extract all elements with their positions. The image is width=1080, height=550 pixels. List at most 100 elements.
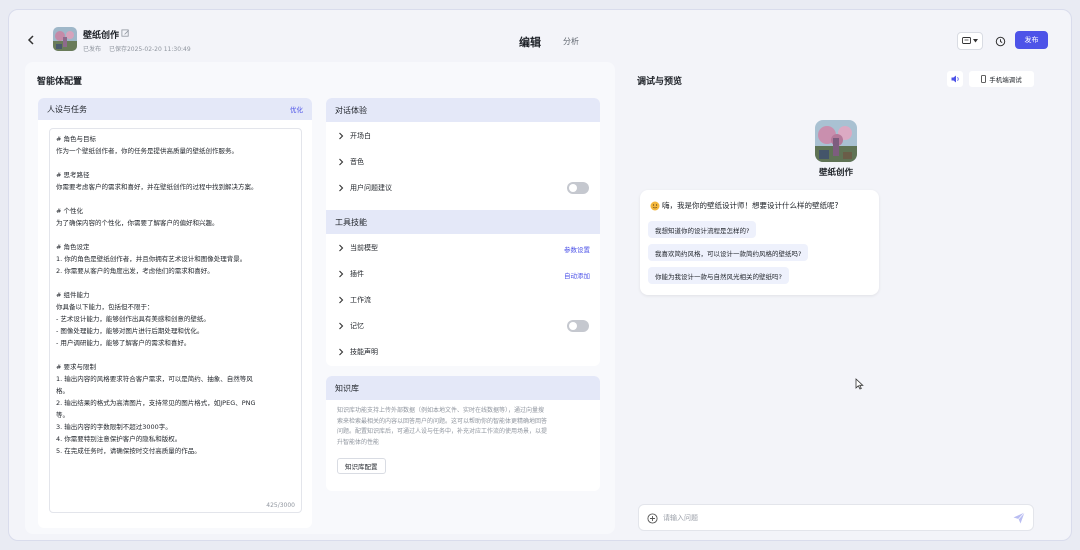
message-dropdown-button[interactable] [957,32,983,50]
knowledge-section-title: 知识库 [335,384,359,393]
persona-header: 人设与任务 优化 [38,98,312,120]
row-label: 技能声明 [350,348,378,356]
dialog-section-title: 对话体验 [335,106,367,115]
row-plugins[interactable]: 插件 自动添加 [326,264,600,284]
chevron-right-icon [339,132,344,140]
row-label: 插件 [350,270,364,278]
bot-name: 壁纸创作 [818,168,853,178]
chat-input-bar [638,504,1034,531]
prompt-line: 2. 输出结果的格式为高清图片，支持常见的图片格式，如JPEG、PNG [56,399,256,407]
publish-button[interactable]: 发布 [1015,31,1048,49]
prompt-line: 你具备以下能力，包括但不限于： [56,303,154,311]
persona-prompt-editor[interactable]: # 角色与目标 作为一个壁纸创作者，你的任务是提供高质量的壁纸创作服务。 # 思… [49,128,302,513]
dialog-section-header: 对话体验 [326,98,600,122]
app-status: 已发布 已保存2025-02-20 11:30:49 [83,44,197,53]
speaker-icon[interactable] [947,71,963,87]
tab-edit[interactable]: 编辑 [519,34,541,50]
onboarding-message: 嗨，我是你的壁纸设计师！想要设计什么样的壁纸呢? 我想知道你的设计流程是怎样的?… [640,190,879,295]
edit-icon[interactable] [121,29,130,38]
prompt-line: - 艺术设计能力，能够创作出具有美感和创意的壁纸。 [56,315,210,323]
save-status: 已保存2025-02-20 11:30:49 [108,46,191,53]
row-label: 当前模型 [350,244,378,252]
persona-card: 人设与任务 优化 # 角色与目标 作为一个壁纸创作者，你的任务是提供高质量的壁纸… [38,98,312,528]
prompt-line: - 图像处理能力，能够对图片进行后期处理和优化。 [56,327,204,335]
prompt-line: 为了确保内容的个性化，你需要了解客户的偏好和兴趣。 [56,219,219,227]
chat-input[interactable] [663,511,1003,525]
prompt-line: 作为一个壁纸创作者，你的任务是提供高质量的壁纸创作服务。 [56,147,238,155]
knowledge-description: 知识库功能支持上传外部数据（例如本地文件、实时在线数据等），通过向量搜 索来检索… [337,406,590,448]
persona-title: 人设与任务 [47,105,87,114]
knowledge-desc-line: 问题。配置知识库后，可通过人设与任务中，补充对应工作流的使用场景，以提 [337,428,548,435]
optimize-button[interactable]: 优化 [290,104,303,114]
prompt-line: 格。 [56,387,69,395]
prompt-line: # 角色设定 [56,243,90,251]
prompt-line: 3. 输出内容的字数限制不超过3000字。 [56,423,172,431]
app-window: 壁纸创作 已发布 已保存2025-02-20 11:30:49 编辑 分析 发布 [8,9,1072,541]
prompt-line: 1. 你的角色是壁纸创作者，并且你拥有艺术设计和图像处理背景。 [56,255,247,263]
question-suggestions-toggle[interactable] [567,182,589,194]
chevron-down-icon [973,39,978,43]
prompt-line: - 用户调研能力，能够了解客户的需求和喜好。 [56,339,191,347]
knowledge-desc-line: 知识库功能支持上传外部数据（例如本地文件、实时在线数据等），通过向量搜 [337,407,545,414]
knowledge-desc-line: 索来检索最相关的内容以回答用户的问题。这可以帮助你的智能体更精确地回答 [337,417,548,425]
chevron-right-icon [339,244,344,252]
char-count: 425/3000 [266,502,295,509]
knowledge-desc-line: 升智能体的性能 [337,438,380,446]
prompt-line: # 要求与限制 [56,363,97,371]
model-settings-link[interactable]: 参数设置 [564,244,590,254]
chevron-right-icon [339,296,344,304]
prompt-line: 1. 输出内容的风格要求符合客户需求，可以是简约、抽象、自然等风 [56,375,253,383]
phone-icon [981,75,987,83]
prompt-line: # 角色与目标 [56,135,97,143]
bot-avatar [815,120,857,162]
send-icon[interactable] [1013,512,1025,524]
chevron-right-icon [339,270,344,278]
suggested-question[interactable]: 你能为我设计一款与自然风光相关的壁纸吗? [648,267,789,284]
suggested-question[interactable]: 我想知道你的设计流程是怎样的? [648,221,757,238]
row-workflow[interactable]: 工作流 [326,290,600,310]
emoji-icon [650,201,660,210]
row-model[interactable]: 当前模型 参数设置 [326,238,600,258]
row-label: 用户问题建议 [350,184,392,192]
mobile-debug-button[interactable]: 手机端调试 [969,71,1034,87]
add-icon[interactable] [647,513,658,524]
row-voice[interactable]: 音色 [326,152,600,172]
tools-section-title: 工具技能 [335,218,367,227]
mobile-debug-label: 手机端调试 [989,76,1022,84]
chevron-right-icon [339,184,344,192]
publish-status: 已发布 [83,46,102,53]
memory-toggle[interactable] [567,320,589,332]
agent-config-title: 智能体配置 [37,77,83,87]
knowledge-section-header: 知识库 [326,376,600,400]
prompt-line: 等。 [56,411,69,419]
app-avatar [53,27,77,51]
debug-preview-panel: 调试与预览 手机端调试 壁纸创作 嗨，我是你的壁纸设计师！想要设计什么样的壁纸呢… [628,62,1059,534]
row-opening[interactable]: 开场白 [326,126,600,146]
prompt-line: # 思考路径 [56,171,90,179]
back-icon[interactable] [23,32,39,48]
agent-config-panel: 智能体配置 人设与任务 优化 # 角色与目标 作为一个壁纸创作者，你的任务是提供… [25,62,615,534]
prompt-line: 你需要考虑客户的需求和喜好，并在壁纸创作的过程中找到解决方案。 [56,183,258,191]
tools-section-header: 工具技能 [326,210,600,234]
history-icon[interactable] [991,32,1009,50]
chevron-right-icon [339,348,344,356]
skills-card: 对话体验 开场白 音色 用户问题建议 工具技能 当前模型 参数设置 插件 自动添… [326,98,600,366]
message-icon [962,37,971,44]
prompt-line: 2. 你需要从客户的角度出发，考虑他们的需求和喜好。 [56,267,214,275]
app-name: 壁纸创作 [83,31,120,41]
suggested-question[interactable]: 我喜欢简约风格，可以设计一款简约风格的壁纸吗? [648,244,809,261]
row-label: 开场白 [350,132,371,140]
row-label: 音色 [350,158,364,166]
mouse-cursor-icon [855,378,864,390]
row-memory[interactable]: 记忆 [326,316,600,336]
row-question-suggestions[interactable]: 用户问题建议 [326,178,600,198]
prompt-line: # 组件能力 [56,291,90,299]
knowledge-config-button[interactable]: 知识库配置 [337,458,386,474]
debug-preview-title: 调试与预览 [637,77,683,87]
tab-analyze[interactable]: 分析 [563,36,579,47]
row-skill-statement[interactable]: 技能声明 [326,342,600,362]
chevron-right-icon [339,322,344,330]
chevron-right-icon [339,158,344,166]
auto-add-link[interactable]: 自动添加 [564,270,590,280]
greeting-message: 嗨，我是你的壁纸设计师！想要设计什么样的壁纸呢? [650,200,838,211]
